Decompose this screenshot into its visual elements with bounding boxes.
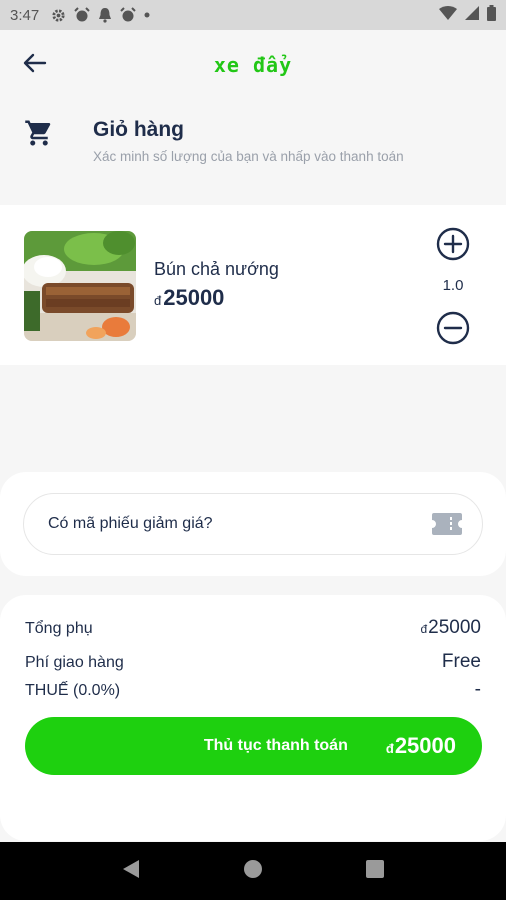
status-bar: 3:47 <box>0 0 506 30</box>
alarm-icon <box>74 7 90 23</box>
notification-icon <box>98 7 112 23</box>
shopping-cart-icon <box>24 118 54 153</box>
recents-square-icon <box>366 859 384 883</box>
cart-subtitle: Xác minh số lượng của bạn và nhấp vào th… <box>93 149 404 164</box>
settings-icon <box>51 8 66 23</box>
nav-back-button[interactable] <box>111 851 151 891</box>
tax-label: THUẾ (0.0%) <box>25 682 121 699</box>
nav-home-button[interactable] <box>233 851 273 891</box>
minus-circle-icon <box>436 311 470 349</box>
subtotal-value: đ25000 <box>420 617 481 639</box>
plus-circle-icon <box>436 227 470 265</box>
checkout-button[interactable]: Thủ tục thanh toán đ25000 <box>25 717 482 775</box>
subtotal-amount: 25000 <box>428 617 481 638</box>
arrow-left-icon <box>23 53 47 78</box>
back-button[interactable] <box>20 52 50 78</box>
system-nav-bar <box>0 842 506 900</box>
status-time: 3:47 <box>10 6 40 24</box>
page-title: xe đẩy <box>213 53 293 77</box>
subtotal-row: Tổng phụ đ25000 <box>25 617 481 639</box>
ticket-icon <box>432 513 462 535</box>
cart-header: Giỏ hàng Xác minh số lượng của bạn và nh… <box>0 108 506 188</box>
nav-recents-button[interactable] <box>355 851 395 891</box>
order-summary: Tổng phụ đ25000 Phí giao hàng Free THUẾ … <box>0 595 506 841</box>
cart-item: Bún chả nướng đ25000 1.0 <box>0 205 506 365</box>
signal-icon <box>465 6 479 24</box>
item-price: đ25000 <box>154 285 224 311</box>
currency-symbol: đ <box>385 741 394 756</box>
battery-icon <box>487 5 496 25</box>
home-circle-icon <box>243 859 263 884</box>
coupon-field[interactable]: Có mã phiếu giảm giá? <box>23 493 483 555</box>
increase-quantity-button[interactable] <box>436 227 470 261</box>
wifi-icon <box>439 6 457 24</box>
checkout-amount-value: 25000 <box>394 733 456 758</box>
subtotal-label: Tổng phụ <box>25 620 93 637</box>
item-name: Bún chả nướng <box>154 259 279 279</box>
dot-icon <box>144 12 150 18</box>
delivery-label: Phí giao hàng <box>25 654 124 671</box>
decrease-quantity-button[interactable] <box>436 311 470 345</box>
item-price-value: 25000 <box>163 285 225 310</box>
alarm-icon <box>120 7 136 23</box>
delivery-row: Phí giao hàng Free <box>25 651 481 673</box>
coupon-label: Có mã phiếu giảm giá? <box>48 515 213 532</box>
quantity-value: 1.0 <box>442 277 464 294</box>
delivery-value: Free <box>441 651 481 672</box>
currency-symbol: đ <box>420 622 428 636</box>
back-triangle-icon <box>122 859 140 884</box>
checkout-amount: đ25000 <box>386 733 456 759</box>
food-image <box>24 231 136 341</box>
checkout-label: Thủ tục thanh toán <box>203 737 348 754</box>
tax-row: THUẾ (0.0%) - <box>25 679 481 701</box>
app-bar: xe đẩy <box>0 30 506 100</box>
cart-title: Giỏ hàng <box>93 118 184 141</box>
currency-symbol: đ <box>154 293 162 308</box>
tax-value: - <box>474 679 481 700</box>
coupon-section: Có mã phiếu giảm giá? <box>0 472 506 576</box>
